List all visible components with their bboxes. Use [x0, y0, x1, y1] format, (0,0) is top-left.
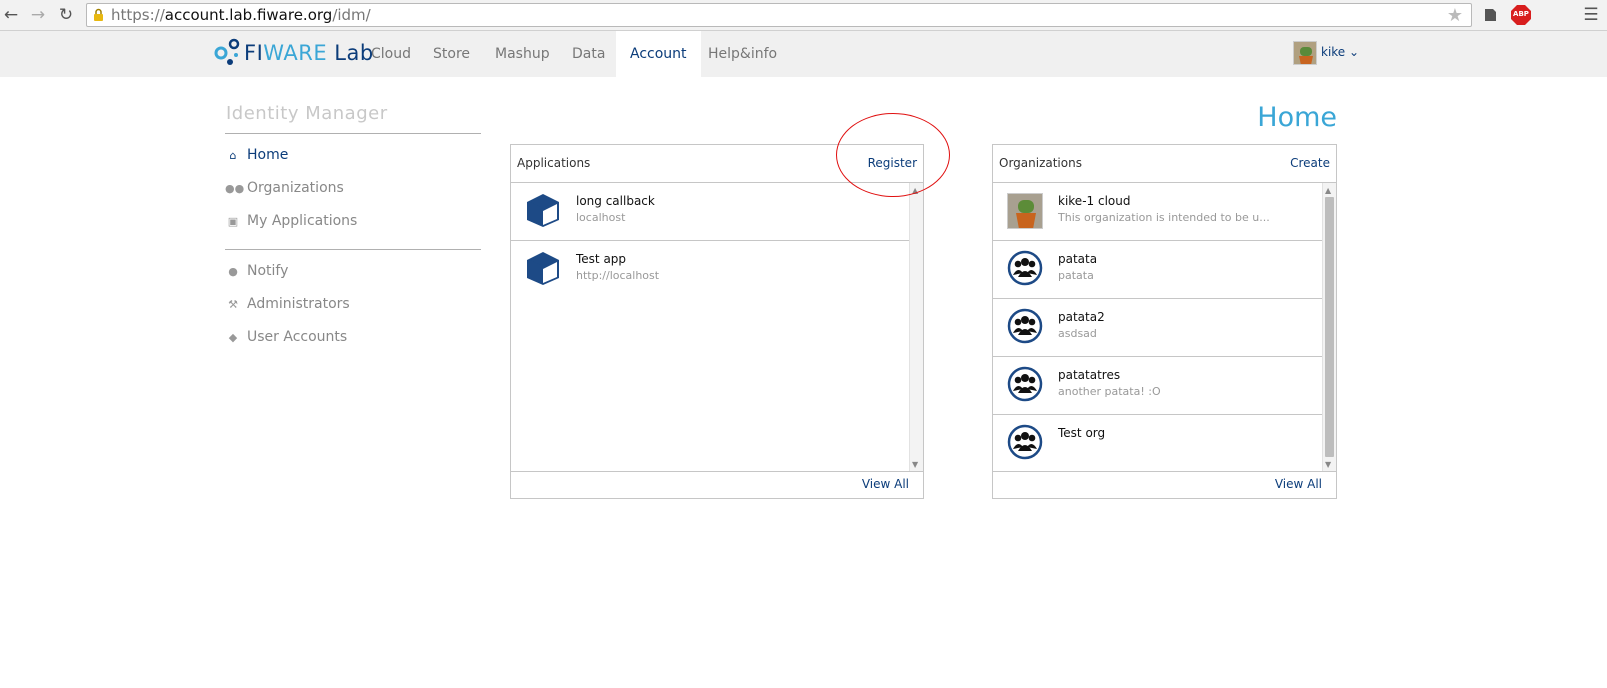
organizations-list: kike-1 cloud This organization is intend…: [993, 183, 1322, 471]
lock-icon: [94, 8, 103, 21]
sidebar-item-label: Organizations: [247, 180, 344, 196]
list-item[interactable]: kike-1 cloud This organization is intend…: [993, 183, 1322, 241]
scrollbar[interactable]: ▲ ▼: [909, 183, 923, 471]
sidebar-item-notify[interactable]: ● Notify: [225, 263, 288, 285]
divider: [225, 133, 481, 134]
group-icon: [1007, 250, 1043, 286]
panel-footer: View All: [511, 471, 923, 498]
cube-icon: [527, 252, 559, 285]
bookmark-star-icon[interactable]: ★: [1447, 5, 1463, 26]
scroll-thumb[interactable]: [1325, 197, 1334, 457]
org-description: This organization is intended to be u...: [1058, 211, 1270, 224]
scroll-up-icon[interactable]: ▲: [1325, 186, 1331, 195]
sidebar-item-home[interactable]: ⌂ Home: [225, 147, 289, 169]
organization-avatar: [1007, 193, 1043, 229]
nav-cloud[interactable]: Cloud: [357, 31, 425, 77]
cube-icon: [527, 194, 559, 227]
sidebar-item-label: Administrators: [247, 296, 350, 312]
sidebar-item-organizations[interactable]: ●● Organizations: [225, 180, 344, 202]
org-name: patatatres: [1058, 368, 1121, 382]
sidebar-title: Identity Manager: [226, 103, 388, 124]
chevron-down-icon: ⌄: [1349, 45, 1360, 59]
logo-text: FIWARE Lab: [244, 41, 374, 65]
nav-mashup[interactable]: Mashup: [481, 31, 564, 77]
annotation-circle: [836, 113, 950, 197]
shield-icon: ◆: [228, 331, 238, 344]
adblock-icon[interactable]: ABP: [1511, 5, 1531, 25]
top-navbar: FIWARE Lab Cloud Store Mashup Data Accou…: [0, 31, 1607, 77]
users-icon: ●●: [225, 182, 245, 195]
evernote-icon[interactable]: [1480, 5, 1500, 25]
create-button[interactable]: Create: [1290, 156, 1330, 170]
back-icon[interactable]: ←: [0, 4, 22, 26]
comment-icon: ●: [228, 265, 238, 278]
nav-store[interactable]: Store: [419, 31, 484, 77]
menu-icon[interactable]: ☰: [1580, 4, 1602, 26]
scrollbar[interactable]: ▲ ▼: [1322, 183, 1336, 471]
adblock-label: ABP: [1513, 10, 1529, 18]
org-description: asdsad: [1058, 327, 1097, 340]
group-icon: [1007, 366, 1043, 402]
fiware-logo-icon: [214, 38, 240, 65]
reload-icon[interactable]: ↻: [55, 4, 77, 26]
address-bar[interactable]: https://account.lab.fiware.org/idm/ ★: [86, 3, 1472, 27]
sidebar-item-label: Home: [247, 147, 289, 163]
org-name: Test org: [1058, 426, 1106, 440]
group-icon: [1007, 424, 1043, 460]
list-item[interactable]: patata patata: [993, 241, 1322, 299]
sidebar-item-user-accounts[interactable]: ◆ User Accounts: [225, 329, 347, 351]
list-item[interactable]: patatatres another patata! :O: [993, 357, 1322, 415]
org-description: another patata! :O: [1058, 385, 1161, 398]
applications-list: long callback localhost Test app http://…: [511, 183, 909, 471]
cube-icon: ▣: [227, 215, 239, 228]
sidebar-item-administrators[interactable]: ⚒ Administrators: [225, 296, 350, 318]
group-icon: [1007, 308, 1043, 344]
nav-data[interactable]: Data: [558, 31, 619, 77]
app-name: long callback: [576, 194, 655, 208]
org-name: patata: [1058, 252, 1098, 266]
org-name: patata2: [1058, 310, 1105, 324]
wrench-icon: ⚒: [228, 298, 238, 311]
view-all-applications-link[interactable]: View All: [862, 477, 909, 491]
applications-panel: Applications Register long callback loca…: [510, 144, 924, 499]
sidebar-item-my-applications[interactable]: ▣ My Applications: [225, 213, 358, 235]
panel-title: Organizations: [999, 156, 1082, 170]
page-title: Home: [1257, 102, 1337, 133]
avatar: [1293, 41, 1317, 65]
app-url: http://localhost: [576, 269, 660, 282]
home-icon: ⌂: [229, 149, 237, 162]
list-item[interactable]: Test org: [993, 415, 1322, 471]
view-all-organizations-link[interactable]: View All: [1275, 477, 1322, 491]
forward-icon[interactable]: →: [27, 4, 49, 26]
panel-header: Organizations Create: [993, 145, 1336, 183]
list-item[interactable]: patata2 asdsad: [993, 299, 1322, 357]
app-name: Test app: [576, 252, 627, 266]
fiware-logo[interactable]: FIWARE Lab: [214, 38, 373, 70]
list-item[interactable]: long callback localhost: [511, 183, 909, 241]
panel-title: Applications: [517, 156, 591, 170]
org-name: kike-1 cloud: [1058, 194, 1131, 208]
user-name: kike ⌄: [1321, 45, 1360, 59]
list-item[interactable]: Test app http://localhost: [511, 241, 909, 299]
organizations-panel: Organizations Create kike-1 cloud This o…: [992, 144, 1337, 499]
nav-help[interactable]: Help&info: [694, 31, 791, 77]
scroll-down-icon[interactable]: ▼: [1325, 460, 1331, 469]
divider: [225, 249, 481, 250]
nav-account[interactable]: Account: [616, 31, 701, 77]
org-description: patata: [1058, 269, 1094, 282]
panel-footer: View All: [993, 471, 1336, 498]
url-text: https://account.lab.fiware.org/idm/: [111, 6, 371, 24]
scroll-down-icon[interactable]: ▼: [912, 460, 918, 469]
browser-toolbar: ← → ↻ https://account.lab.fiware.org/idm…: [0, 0, 1607, 31]
sidebar-item-label: Notify: [247, 263, 289, 279]
sidebar-item-label: User Accounts: [247, 329, 348, 345]
sidebar-item-label: My Applications: [247, 213, 358, 229]
app-url: localhost: [576, 211, 626, 224]
